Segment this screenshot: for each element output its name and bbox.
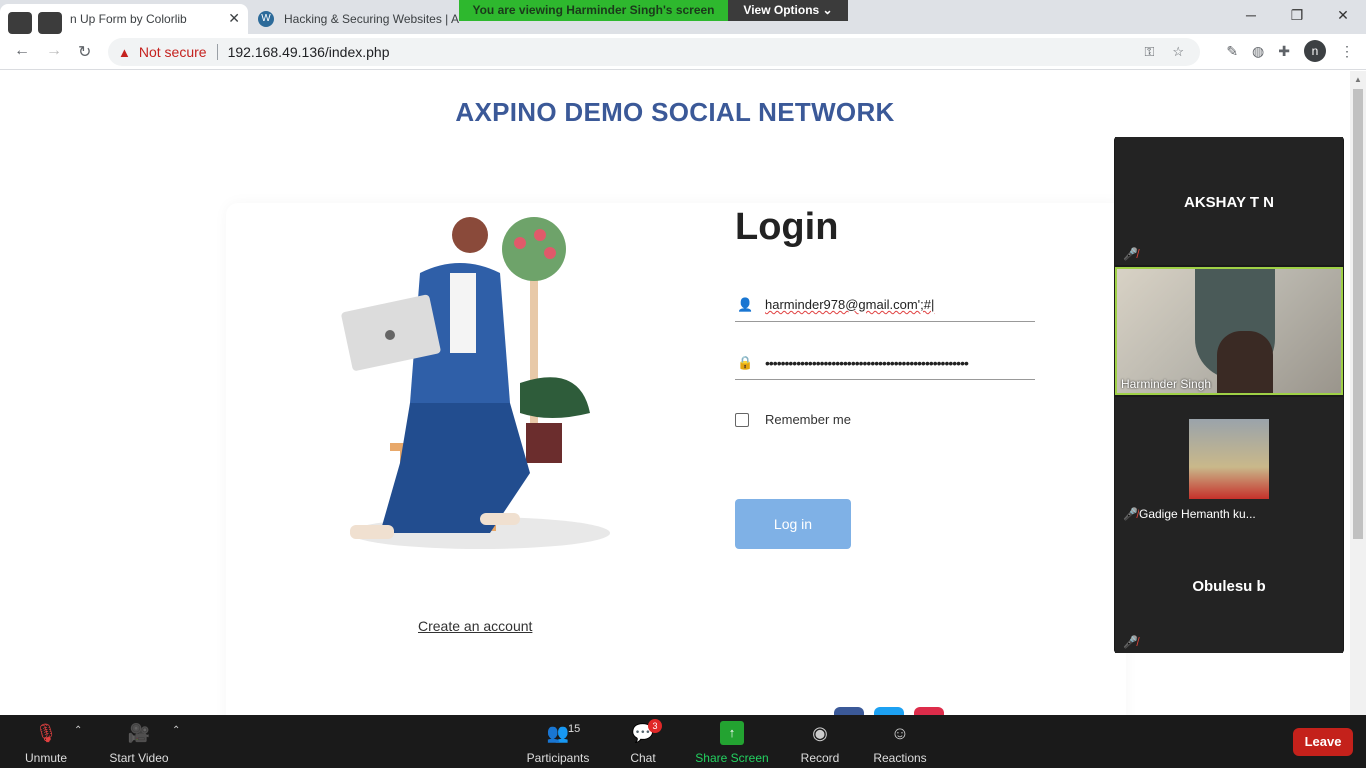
security-label[interactable]: Not secure [139, 44, 207, 60]
audio-options-caret[interactable]: ⌃ [74, 725, 82, 736]
chat-button[interactable]: 💬 3 Chat [626, 719, 662, 765]
participant-video-panel: AKSHAY T N 🎤̸ Harminder Singh 🎤̸ Gadige … [1114, 137, 1344, 653]
chat-badge: 3 [648, 719, 662, 733]
tab-title: n Up Form by Colorlib [70, 12, 187, 26]
record-button[interactable]: ◉ Record [798, 721, 842, 765]
participants-label: Participants [526, 751, 590, 765]
share-screen-label: Share Screen [695, 751, 769, 765]
reload-icon[interactable]: ↻ [78, 42, 91, 62]
profile-avatar[interactable]: n [1304, 40, 1326, 62]
unmute-label: Unmute [24, 751, 68, 765]
extension-icons [8, 12, 62, 34]
participant-tile[interactable]: 🎤̸ Gadige Hemanth ku... [1115, 397, 1343, 525]
window-controls: ─ ❐ ✕ [1228, 4, 1366, 26]
key-icon[interactable]: ⚿ [1144, 44, 1154, 60]
participant-name: Obulesu b [1192, 578, 1266, 595]
divider [216, 44, 218, 60]
screen-share-banner: You are viewing Harminder Singh's screen… [459, 0, 848, 21]
smiley-icon: ☺ [890, 723, 910, 743]
participants-icon: 👥 [546, 723, 570, 743]
star-icon[interactable]: ☆ [1172, 44, 1184, 60]
participant-name: Gadige Hemanth ku... [1139, 507, 1262, 521]
remember-me[interactable]: Remember me [735, 412, 851, 427]
participant-tile[interactable]: AKSHAY T N 🎤̸ [1115, 137, 1343, 265]
user-icon: 👤 [737, 296, 754, 312]
person-laptop-illustration [341, 217, 610, 549]
share-banner-message: You are viewing Harminder Singh's screen [459, 0, 728, 21]
scroll-up-icon[interactable]: ▲ [1354, 75, 1362, 84]
toolbar-right: ✎ ◍ ✚ n ⋮ [1226, 40, 1354, 62]
participants-button[interactable]: 👥 15 Participants [524, 721, 592, 765]
create-account-link[interactable]: Create an account [418, 618, 532, 634]
login-button[interactable]: Log in [735, 499, 851, 549]
forward-icon[interactable]: → [46, 42, 62, 60]
participant-name: Harminder Singh [1121, 377, 1212, 391]
start-video-label: Start Video [109, 751, 169, 765]
share-screen-icon: ↑ [720, 721, 744, 745]
warning-icon[interactable]: ▲ [118, 45, 131, 60]
address-bar[interactable]: ▲ Not secure 192.168.49.136/index.php ⚿ … [108, 38, 1200, 66]
participant-name: AKSHAY T N [1183, 194, 1275, 211]
omnibox-icons: ⚿ ☆ [1144, 44, 1184, 60]
restore-icon[interactable]: ❐ [1274, 4, 1320, 26]
participant-tile[interactable]: Obulesu b 🎤̸ [1115, 525, 1343, 653]
close-tab-icon[interactable]: ✕ [228, 10, 240, 27]
chat-label: Chat [630, 751, 656, 765]
unmute-button[interactable]: 🎙 Unmute [20, 721, 72, 765]
password-field[interactable]: 🔒 ••••••••••••••••••••••••••••••••••••••… [735, 346, 1035, 380]
participants-count: 15 [568, 723, 581, 735]
mic-muted-icon: 🎙 [34, 723, 58, 743]
leave-button[interactable]: Leave [1293, 728, 1353, 756]
muted-mic-icon: 🎤̸ [1123, 635, 1138, 649]
video-off-icon: 🎥 [127, 723, 151, 743]
participant-photo [1189, 419, 1269, 499]
email-input-value[interactable]: harminder978@gmail.com';#| [765, 297, 934, 312]
menu-icon[interactable]: ⋮ [1340, 43, 1354, 60]
shield-icon[interactable] [38, 12, 62, 34]
record-icon: ◉ [812, 723, 828, 743]
muted-mic-icon: 🎤̸ [1123, 507, 1138, 521]
browser-toolbar: ← → ↻ ▲ Not secure 192.168.49.136/index.… [0, 34, 1366, 70]
url-text[interactable]: 192.168.49.136/index.php [228, 44, 390, 60]
login-heading: Login [735, 206, 839, 248]
muted-mic-icon: 🎤̸ [1123, 247, 1138, 261]
remember-label: Remember me [765, 412, 851, 427]
start-video-button[interactable]: 🎥 Start Video [106, 721, 172, 765]
minimize-icon[interactable]: ─ [1228, 4, 1274, 26]
tab-title: Hacking & Securing Websites | A [284, 12, 459, 26]
wordpress-icon: W [258, 11, 274, 27]
tab-colorlib[interactable]: n Up Form by Colorlib ✕ [0, 4, 248, 34]
tab-hacking-securing[interactable]: W Hacking & Securing Websites | A [250, 4, 490, 34]
lock-icon: 🔒 [737, 354, 754, 370]
page-scrollbar[interactable]: ▲ [1350, 71, 1366, 715]
zoom-meeting-toolbar: 🎙 Unmute ⌃ 🎥 Start Video ⌃ 👥 15 Particip… [0, 715, 1366, 768]
password-input-value[interactable]: ••••••••••••••••••••••••••••••••••••••••… [765, 355, 969, 371]
reactions-label: Reactions [873, 751, 927, 765]
globe-icon[interactable]: ◍ [1252, 43, 1264, 60]
participant-figure [1217, 331, 1273, 393]
remember-checkbox[interactable] [735, 412, 749, 427]
info-icon[interactable] [8, 12, 32, 34]
back-icon[interactable]: ← [14, 42, 30, 60]
reactions-button[interactable]: ☺ Reactions [872, 721, 928, 765]
email-field[interactable]: 👤 harminder978@gmail.com';#| [735, 288, 1035, 322]
record-label: Record [800, 751, 840, 765]
close-window-icon[interactable]: ✕ [1320, 4, 1366, 26]
share-screen-button[interactable]: ↑ Share Screen [694, 721, 770, 765]
participant-tile-active[interactable]: Harminder Singh [1115, 267, 1343, 395]
view-options-button[interactable]: View Options ⌄ [728, 0, 848, 21]
puzzle-icon[interactable]: ✚ [1278, 43, 1290, 60]
scrollbar-thumb[interactable] [1353, 89, 1363, 539]
site-title: AXPINO DEMO SOCIAL NETWORK [455, 97, 895, 127]
eyedropper-icon[interactable]: ✎ [1226, 43, 1238, 60]
participant-video [1117, 269, 1341, 393]
video-options-caret[interactable]: ⌃ [172, 725, 180, 736]
